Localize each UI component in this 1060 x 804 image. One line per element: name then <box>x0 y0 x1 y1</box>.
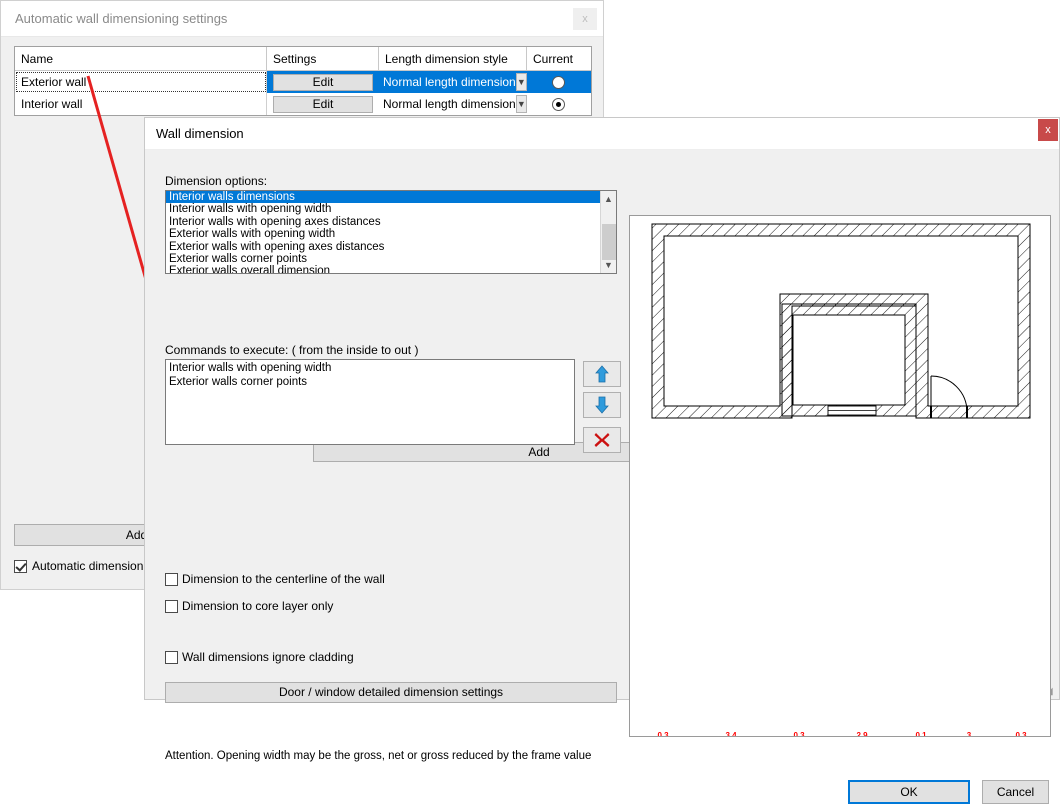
table-row[interactable]: Interior wall Edit Normal length dimensi… <box>15 93 591 115</box>
dimension-options-list[interactable]: Interior walls dimensions Interior walls… <box>165 190 617 274</box>
list-item[interactable]: Interior walls dimensions <box>166 191 600 203</box>
arrow-up-icon <box>594 365 610 383</box>
length-style-value: Normal length dimension <box>379 75 516 89</box>
column-header-name: Name <box>15 47 267 70</box>
cancel-button[interactable]: Cancel <box>982 780 1049 804</box>
list-item[interactable]: Exterior walls corner points <box>169 376 574 390</box>
list-item[interactable]: Exterior walls with opening axes distanc… <box>166 241 600 253</box>
edit-button[interactable]: Edit <box>273 74 373 91</box>
automatic-dimensioning-checkbox-row[interactable]: Automatic dimensioning <box>14 559 159 573</box>
dim-label: 3.4 <box>725 732 737 737</box>
dim-label: 2.9 <box>856 732 868 737</box>
dialog-titlebar: Wall dimension x <box>145 118 1059 150</box>
red-x-icon <box>593 431 611 449</box>
list-item[interactable]: Exterior walls corner points <box>166 253 600 265</box>
dimension-options-label: Dimension options: <box>165 174 267 188</box>
current-radio[interactable] <box>552 98 565 111</box>
chevron-down-icon[interactable]: ▼ <box>516 73 527 91</box>
cell-name[interactable]: Interior wall <box>15 93 267 115</box>
cell-settings: Edit <box>267 93 379 115</box>
floor-plan-svg <box>630 216 1050 736</box>
ignore-cladding-label: Wall dimensions ignore cladding <box>182 650 354 664</box>
cell-length-style: Normal length dimension ▼ <box>379 71 527 93</box>
window-symbol <box>828 406 876 415</box>
length-style-value: Normal length dimension <box>379 97 516 111</box>
close-icon[interactable]: x <box>573 8 597 30</box>
commands-to-execute-label: Commands to execute: ( from the inside t… <box>165 343 418 357</box>
dimension-centerline-checkbox-row[interactable]: Dimension to the centerline of the wall <box>165 572 385 586</box>
background-window-titlebar: Automatic wall dimensioning settings x <box>1 1 603 37</box>
cell-current <box>527 71 589 93</box>
ignore-cladding-checkbox[interactable] <box>165 651 178 664</box>
dimension-core-layer-checkbox[interactable] <box>165 600 178 613</box>
chevron-down-icon[interactable]: ▼ <box>516 95 527 113</box>
floor-plan-preview: 0.3 3.4 0.3 2.9 0,1 3 0.3 <box>629 215 1051 737</box>
automatic-dimensioning-label: Automatic dimensioning <box>32 559 159 573</box>
dim-label: 0,1 <box>915 732 927 737</box>
delete-button[interactable] <box>583 427 621 453</box>
table-row[interactable]: Exterior wall Edit Normal length dimensi… <box>15 71 591 93</box>
dimension-chains-svg: 0.3 3.4 0.3 2.9 0,1 3 0.3 <box>630 732 1050 737</box>
close-icon[interactable]: x <box>1038 119 1058 141</box>
dimension-core-layer-checkbox-row[interactable]: Dimension to core layer only <box>165 599 333 613</box>
dialog-body: Dimension options: Interior walls dimens… <box>145 150 1059 699</box>
dialog-title: Wall dimension <box>156 126 244 141</box>
list-item[interactable]: Interior walls with opening width <box>166 203 600 215</box>
list-item[interactable]: Exterior walls overall dimension <box>166 265 600 274</box>
ignore-cladding-checkbox-row[interactable]: Wall dimensions ignore cladding <box>165 650 354 664</box>
dimension-core-layer-label: Dimension to core layer only <box>182 599 333 613</box>
cell-length-style: Normal length dimension ▼ <box>379 93 527 115</box>
list-item[interactable]: Exterior walls with opening width <box>166 228 600 240</box>
attention-text: Attention. Opening width may be the gros… <box>165 750 591 762</box>
commands-to-execute-list[interactable]: Interior walls with opening width Exteri… <box>165 359 575 445</box>
chevron-up-icon[interactable]: ▲ <box>601 191 616 207</box>
arrow-down-icon <box>594 396 610 414</box>
dimension-row-red: 0.3 3.4 0.3 2.9 0,1 3 0.3 <box>654 732 1030 737</box>
cell-current <box>527 93 589 115</box>
dim-label: 3 <box>967 732 972 737</box>
move-down-button[interactable] <box>583 392 621 418</box>
move-up-button[interactable] <box>583 361 621 387</box>
dim-label: 0.3 <box>1015 732 1027 737</box>
column-header-length-style: Length dimension style <box>379 47 527 70</box>
cell-name[interactable]: Exterior wall <box>15 71 267 93</box>
scrollbar-thumb[interactable] <box>602 224 616 260</box>
edit-button[interactable]: Edit <box>273 96 373 113</box>
cell-settings: Edit <box>267 71 379 93</box>
table-header-row: Name Settings Length dimension style Cur… <box>15 47 591 71</box>
wall-types-table: Name Settings Length dimension style Cur… <box>14 46 592 116</box>
wall-dimension-dialog: Wall dimension x Dimension options: Inte… <box>144 117 1060 700</box>
ok-button[interactable]: OK <box>848 780 970 804</box>
dimension-options-items: Interior walls dimensions Interior walls… <box>166 191 600 273</box>
dim-label: 0.3 <box>793 732 805 737</box>
current-radio[interactable] <box>552 76 565 89</box>
column-header-settings: Settings <box>267 47 379 70</box>
background-window-title: Automatic wall dimensioning settings <box>15 11 227 26</box>
dim-label: 0.3 <box>657 732 669 737</box>
column-header-current: Current <box>527 47 589 70</box>
list-item[interactable]: Interior walls with opening width <box>169 362 574 376</box>
list-item[interactable]: Interior walls with opening axes distanc… <box>166 216 600 228</box>
automatic-dimensioning-checkbox[interactable] <box>14 560 27 573</box>
dimension-centerline-label: Dimension to the centerline of the wall <box>182 572 385 586</box>
dimension-centerline-checkbox[interactable] <box>165 573 178 586</box>
